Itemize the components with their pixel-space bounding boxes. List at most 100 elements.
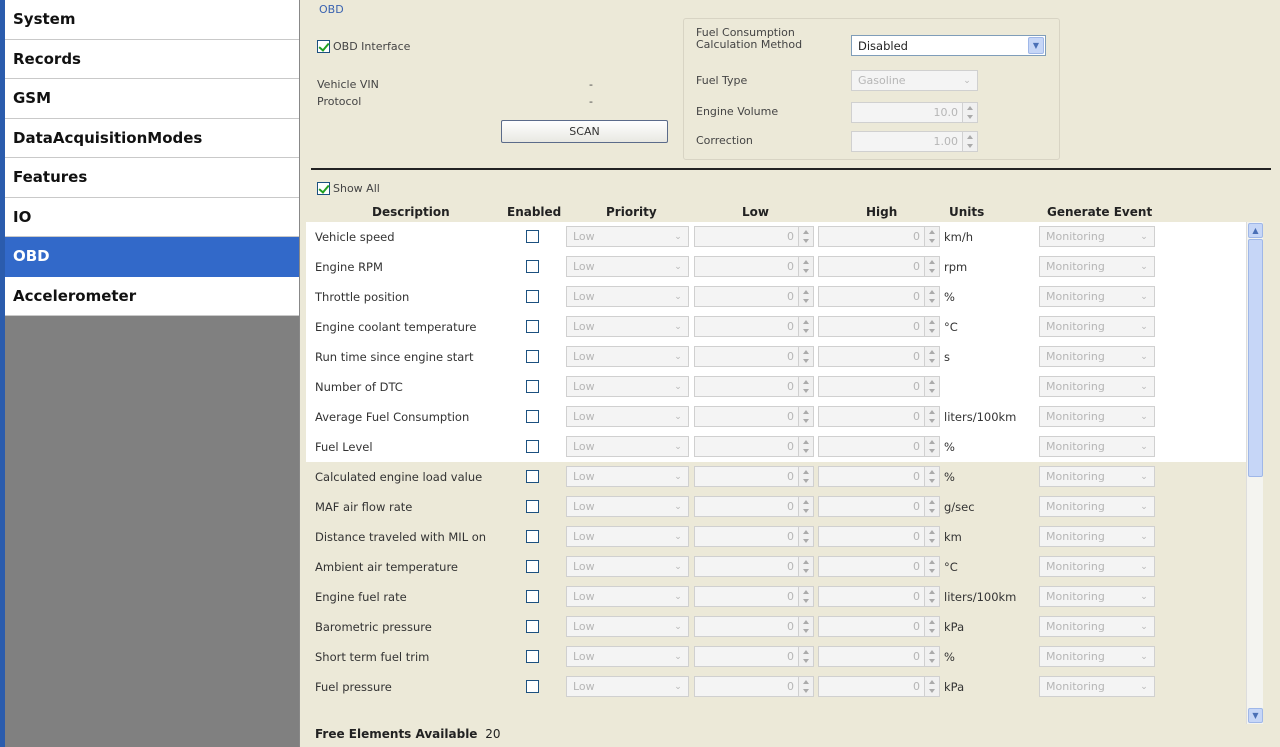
generate-event-select[interactable]: Monitoring ⌄ [1039,526,1155,547]
high-stepper[interactable]: 0 [818,526,940,547]
spinner-icon[interactable] [924,377,939,396]
priority-select[interactable]: Low ⌄ [566,586,689,607]
priority-select[interactable]: Low ⌄ [566,466,689,487]
low-stepper[interactable]: 0 [694,676,814,697]
priority-select[interactable]: Low ⌄ [566,286,689,307]
low-stepper[interactable]: 0 [694,496,814,517]
low-stepper[interactable]: 0 [694,586,814,607]
sidebar-item-system[interactable]: System [5,0,299,40]
low-stepper[interactable]: 0 [694,466,814,487]
spinner-icon[interactable] [962,132,977,151]
low-stepper[interactable]: 0 [694,316,814,337]
spinner-icon[interactable] [798,647,813,666]
generate-event-select[interactable]: Monitoring ⌄ [1039,676,1155,697]
spinner-icon[interactable] [798,437,813,456]
generate-event-select[interactable]: Monitoring ⌄ [1039,226,1155,247]
spinner-icon[interactable] [798,317,813,336]
spinner-icon[interactable] [924,287,939,306]
sidebar-item-records[interactable]: Records [5,39,299,79]
priority-select[interactable]: Low ⌄ [566,376,689,397]
spinner-icon[interactable] [924,317,939,336]
obd-interface-checkbox[interactable]: OBD Interface [317,40,410,53]
sidebar-item-accelerometer[interactable]: Accelerometer [5,276,299,316]
generate-event-select[interactable]: Monitoring ⌄ [1039,556,1155,577]
generate-event-select[interactable]: Monitoring ⌄ [1039,316,1155,337]
spinner-icon[interactable] [798,257,813,276]
spinner-icon[interactable] [962,103,977,122]
enabled-checkbox[interactable] [526,620,539,633]
grid-scrollbar[interactable]: ▲ ▼ [1246,222,1263,724]
high-stepper[interactable]: 0 [818,316,940,337]
generate-event-select[interactable]: Monitoring ⌄ [1039,286,1155,307]
priority-select[interactable]: Low ⌄ [566,496,689,517]
enabled-checkbox[interactable] [526,350,539,363]
spinner-icon[interactable] [798,467,813,486]
spinner-icon[interactable] [924,497,939,516]
generate-event-select[interactable]: Monitoring ⌄ [1039,256,1155,277]
spinner-icon[interactable] [924,647,939,666]
priority-select[interactable]: Low ⌄ [566,226,689,247]
high-stepper[interactable]: 0 [818,346,940,367]
low-stepper[interactable]: 0 [694,526,814,547]
low-stepper[interactable]: 0 [694,646,814,667]
generate-event-select[interactable]: Monitoring ⌄ [1039,376,1155,397]
generate-event-select[interactable]: Monitoring ⌄ [1039,586,1155,607]
spinner-icon[interactable] [924,467,939,486]
scan-button[interactable]: SCAN [501,120,668,143]
fuel-method-select[interactable]: Disabled ▼ [851,35,1046,56]
spinner-icon[interactable] [798,287,813,306]
high-stepper[interactable]: 0 [818,646,940,667]
high-stepper[interactable]: 0 [818,586,940,607]
enabled-checkbox[interactable] [526,260,539,273]
generate-event-select[interactable]: Monitoring ⌄ [1039,406,1155,427]
spinner-icon[interactable] [798,587,813,606]
priority-select[interactable]: Low ⌄ [566,316,689,337]
scroll-up-icon[interactable]: ▲ [1248,223,1263,238]
spinner-icon[interactable] [798,497,813,516]
show-all-checkbox[interactable]: Show All [317,182,380,195]
sidebar-item-gsm[interactable]: GSM [5,79,299,119]
enabled-checkbox[interactable] [526,530,539,543]
spinner-icon[interactable] [798,677,813,696]
spinner-icon[interactable] [924,347,939,366]
high-stepper[interactable]: 0 [818,466,940,487]
spinner-icon[interactable] [798,617,813,636]
low-stepper[interactable]: 0 [694,376,814,397]
sidebar-item-obd[interactable]: OBD [5,237,299,277]
low-stepper[interactable]: 0 [694,556,814,577]
high-stepper[interactable]: 0 [818,226,940,247]
low-stepper[interactable]: 0 [694,406,814,427]
high-stepper[interactable]: 0 [818,406,940,427]
spinner-icon[interactable] [798,557,813,576]
high-stepper[interactable]: 0 [818,676,940,697]
spinner-icon[interactable] [798,407,813,426]
high-stepper[interactable]: 0 [818,436,940,457]
spinner-icon[interactable] [924,407,939,426]
enabled-checkbox[interactable] [526,590,539,603]
spinner-icon[interactable] [924,527,939,546]
scroll-down-icon[interactable]: ▼ [1248,708,1263,723]
spinner-icon[interactable] [798,227,813,246]
correction-stepper[interactable]: 1.00 [851,131,978,152]
enabled-checkbox[interactable] [526,440,539,453]
spinner-icon[interactable] [924,257,939,276]
priority-select[interactable]: Low ⌄ [566,616,689,637]
low-stepper[interactable]: 0 [694,226,814,247]
spinner-icon[interactable] [924,587,939,606]
generate-event-select[interactable]: Monitoring ⌄ [1039,346,1155,367]
enabled-checkbox[interactable] [526,290,539,303]
enabled-checkbox[interactable] [526,650,539,663]
enabled-checkbox[interactable] [526,500,539,513]
high-stepper[interactable]: 0 [818,496,940,517]
enabled-checkbox[interactable] [526,560,539,573]
spinner-icon[interactable] [798,527,813,546]
high-stepper[interactable]: 0 [818,286,940,307]
generate-event-select[interactable]: Monitoring ⌄ [1039,436,1155,457]
high-stepper[interactable]: 0 [818,376,940,397]
low-stepper[interactable]: 0 [694,436,814,457]
priority-select[interactable]: Low ⌄ [566,346,689,367]
sidebar-item-dataacquisitionmodes[interactable]: DataAcquisitionModes [5,118,299,158]
priority-select[interactable]: Low ⌄ [566,436,689,457]
priority-select[interactable]: Low ⌄ [566,256,689,277]
high-stepper[interactable]: 0 [818,556,940,577]
